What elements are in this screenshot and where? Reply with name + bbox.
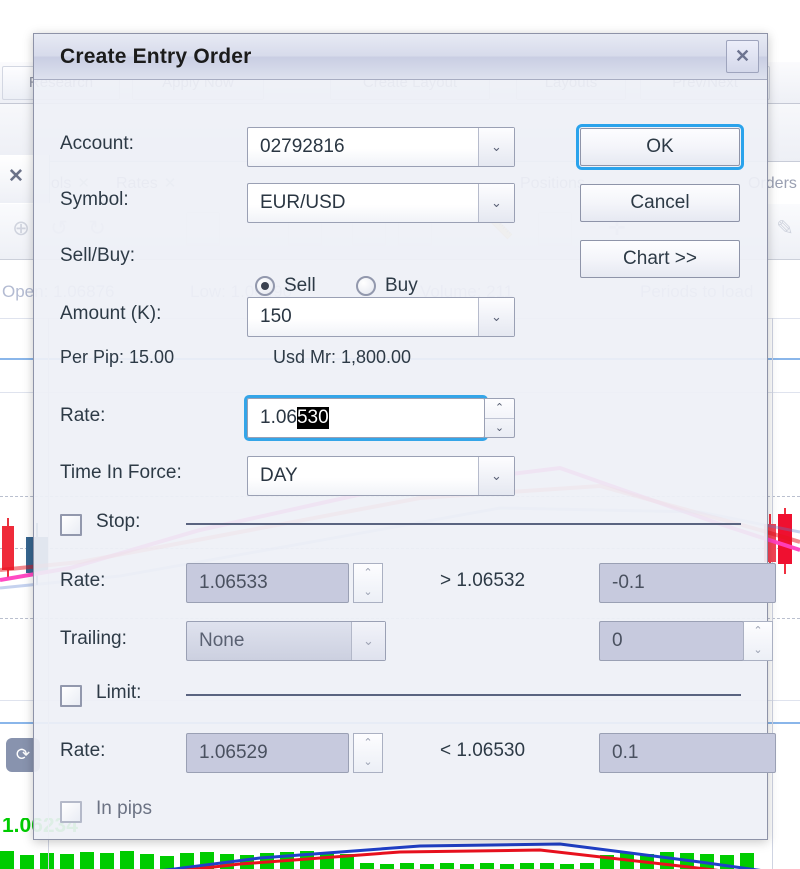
- trailing-label: Trailing:: [60, 628, 127, 649]
- sell-radio-option[interactable]: Sell: [255, 275, 316, 297]
- stepper-down-icon[interactable]: ⌄: [744, 641, 772, 660]
- in-pips-label: In pips: [96, 798, 152, 819]
- limit-rate-stepper[interactable]: ⌃ ⌄: [353, 733, 383, 773]
- time-in-force-value: DAY: [260, 465, 298, 486]
- limit-pips-input[interactable]: 0.1: [599, 733, 776, 773]
- amount-combo[interactable]: 150 ⌄: [247, 297, 515, 337]
- stop-pips-input[interactable]: -0.1: [599, 563, 776, 603]
- usd-margin-value: Usd Mr: 1,800.00: [273, 347, 412, 367]
- rate-value-selected: 530: [296, 407, 329, 429]
- stop-label: Stop:: [96, 511, 141, 532]
- limit-comparison: < 1.06530: [440, 740, 526, 761]
- stepper-up-icon[interactable]: ⌃: [354, 734, 382, 753]
- rate-value-prefix: 1.06: [260, 407, 297, 428]
- stepper-down-icon[interactable]: ⌄: [354, 753, 382, 772]
- stepper-up-icon[interactable]: ⌃: [485, 399, 514, 419]
- screen: Research Apply Now Create Layout Layouts…: [0, 0, 800, 869]
- amount-label: Amount (K):: [60, 303, 162, 324]
- create-entry-order-dialog[interactable]: Create Entry Order ✕ Account: 02792816 ⌄…: [33, 33, 776, 840]
- chart-button[interactable]: Chart >>: [580, 240, 740, 278]
- amount-value: 150: [260, 306, 292, 327]
- limit-divider: [186, 694, 741, 696]
- rate-input[interactable]: 1.06 530: [244, 395, 488, 441]
- chevron-down-icon[interactable]: ⌄: [351, 622, 385, 660]
- ok-button[interactable]: OK: [576, 124, 744, 170]
- dialog-title: Create Entry Order: [60, 45, 252, 68]
- symbol-value: EUR/USD: [260, 192, 346, 213]
- time-in-force-combo[interactable]: DAY ⌄: [247, 456, 515, 496]
- close-icon[interactable]: ✕: [8, 165, 24, 188]
- sellbuy-label: Sell/Buy:: [60, 245, 135, 266]
- stop-rate-stepper[interactable]: ⌃ ⌄: [353, 563, 383, 603]
- trailing-amount-input[interactable]: 0: [599, 621, 744, 661]
- pencil-icon[interactable]: ✎: [768, 212, 800, 246]
- sell-label: Sell: [284, 275, 316, 296]
- limit-rate-input[interactable]: 1.06529: [186, 733, 349, 773]
- limit-label: Limit:: [96, 682, 142, 703]
- stepper-down-icon[interactable]: ⌄: [485, 419, 514, 438]
- stop-rate-label: Rate:: [60, 570, 106, 591]
- limit-rate-label: Rate:: [60, 740, 106, 761]
- chevron-down-icon[interactable]: ⌄: [478, 184, 514, 222]
- symbol-combo[interactable]: EUR/USD ⌄: [247, 183, 515, 223]
- buy-label: Buy: [385, 275, 418, 296]
- trailing-value: None: [199, 630, 245, 651]
- stepper-down-icon[interactable]: ⌄: [354, 583, 382, 602]
- limit-checkbox[interactable]: [60, 685, 82, 707]
- rate-stepper[interactable]: ⌃ ⌄: [485, 398, 515, 438]
- buy-radio-option[interactable]: Buy: [356, 275, 418, 297]
- symbol-label: Symbol:: [60, 189, 129, 210]
- account-combo[interactable]: 02792816 ⌄: [247, 127, 515, 167]
- chevron-down-icon[interactable]: ⌄: [478, 298, 514, 336]
- stop-comparison: > 1.06532: [440, 570, 526, 591]
- chevron-down-icon[interactable]: ⌄: [478, 457, 514, 495]
- stop-divider: [186, 523, 741, 525]
- dialog-title-bar[interactable]: Create Entry Order ✕: [34, 34, 767, 80]
- radio-icon[interactable]: [255, 276, 275, 296]
- stop-rate-input[interactable]: 1.06533: [186, 563, 349, 603]
- trailing-combo[interactable]: None ⌄: [186, 621, 386, 661]
- in-pips-checkbox[interactable]: [60, 801, 82, 823]
- account-value: 02792816: [260, 136, 345, 157]
- trailing-amount-stepper[interactable]: ⌃ ⌄: [743, 621, 773, 661]
- per-pip-value: Per Pip: 15.00: [60, 347, 175, 367]
- time-in-force-label: Time In Force:: [60, 462, 182, 483]
- chevron-down-icon[interactable]: ⌄: [478, 128, 514, 166]
- dialog-body: Account: 02792816 ⌄ Symbol: EUR/USD ⌄ Se…: [34, 80, 776, 840]
- rate-label: Rate:: [60, 405, 106, 426]
- stepper-up-icon[interactable]: ⌃: [354, 564, 382, 583]
- radio-icon[interactable]: [356, 276, 376, 296]
- stop-checkbox[interactable]: [60, 514, 82, 536]
- cancel-button[interactable]: Cancel: [580, 184, 740, 222]
- volume-histogram: [0, 842, 761, 869]
- account-label: Account:: [60, 133, 134, 154]
- close-icon[interactable]: ✕: [726, 40, 759, 73]
- stepper-up-icon[interactable]: ⌃: [744, 622, 772, 641]
